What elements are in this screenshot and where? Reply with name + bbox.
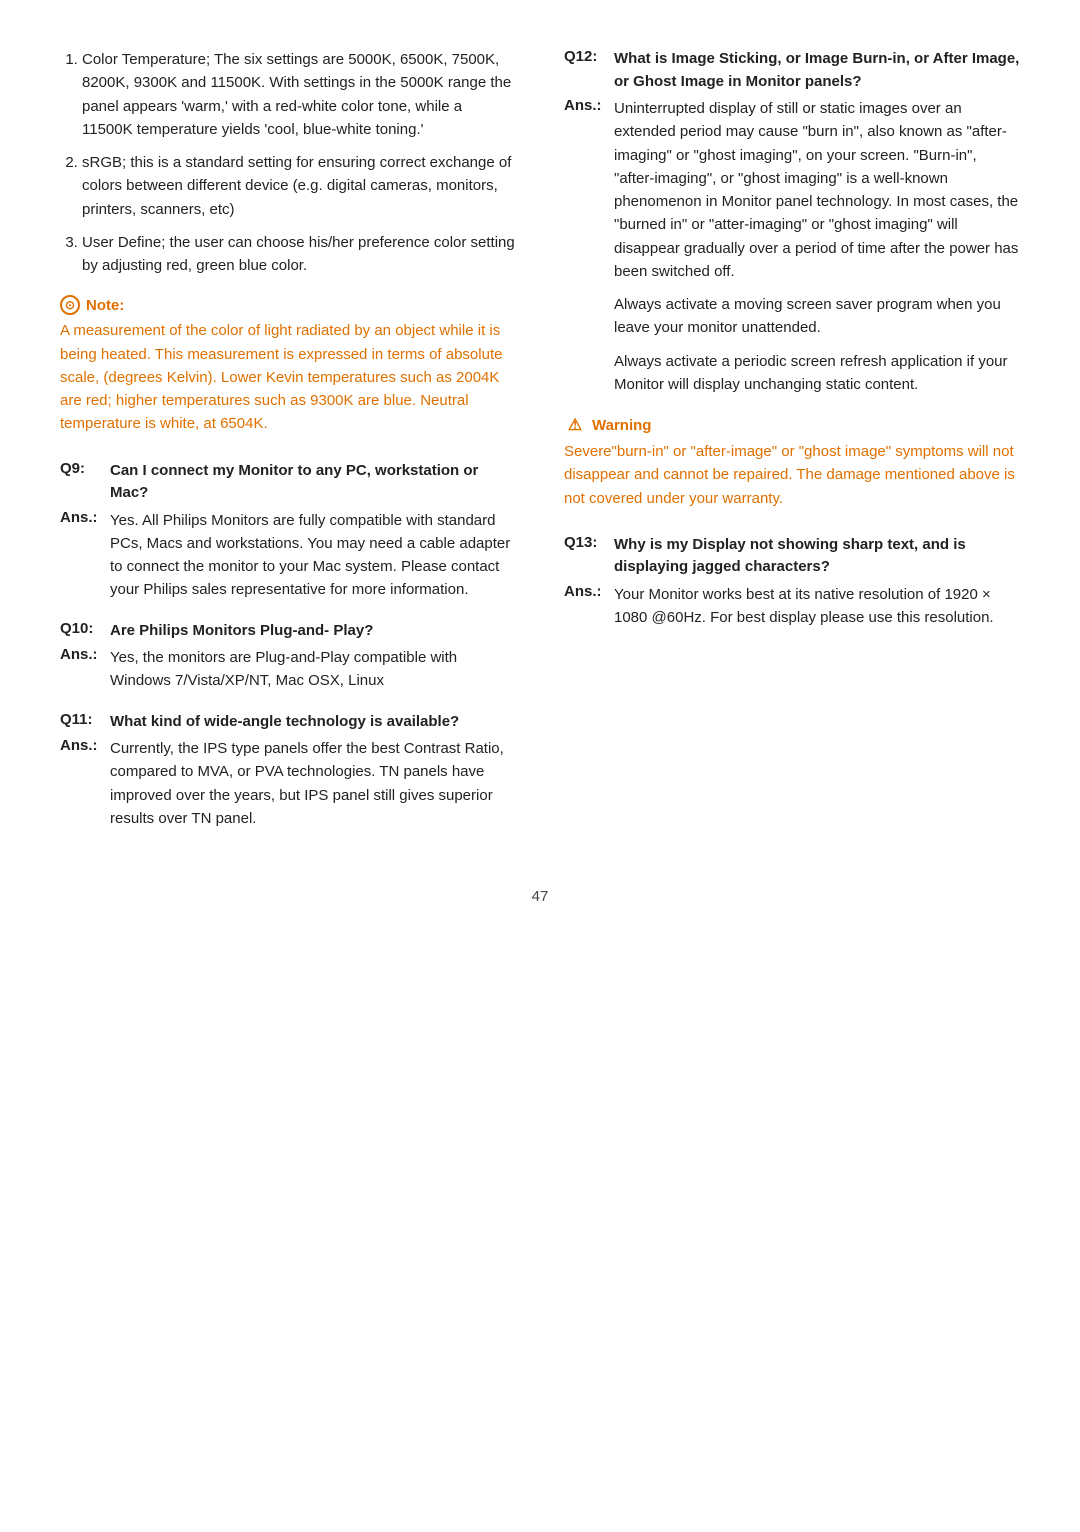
list-item: sRGB; this is a standard setting for ens… <box>82 151 516 221</box>
a12-para1: Uninterrupted display of still or static… <box>614 97 1020 283</box>
question-q13: Q13: Why is my Display not showing sharp… <box>564 534 1020 579</box>
page-number: 47 <box>60 888 1020 905</box>
a9-label: Ans.: <box>60 509 98 602</box>
qa-block-q12: Q12: What is Image Sticking, or Image Bu… <box>564 48 1020 396</box>
note-icon: ⊙ <box>60 295 80 315</box>
q11-text: What kind of wide-angle technology is av… <box>110 711 459 734</box>
q13-text: Why is my Display not showing sharp text… <box>614 534 1020 579</box>
q12-text: What is Image Sticking, or Image Burn-in… <box>614 48 1020 93</box>
a12-para3: Always activate a periodic screen refres… <box>614 350 1020 397</box>
left-column: Color Temperature; The six settings are … <box>60 48 516 848</box>
list-item: Color Temperature; The six settings are … <box>82 48 516 141</box>
answer-q13: Ans.: Your Monitor works best at its nat… <box>564 583 1020 630</box>
a11-text: Currently, the IPS type panels offer the… <box>110 737 516 830</box>
question-q9: Q9: Can I connect my Monitor to any PC, … <box>60 460 516 505</box>
q9-label: Q9: <box>60 460 98 505</box>
warning-label: ⚠ Warning <box>564 414 1020 436</box>
warning-box: ⚠ Warning Severe"burn-in" or "after-imag… <box>564 414 1020 510</box>
warning-text: Severe"burn-in" or "after-image" or "gho… <box>564 440 1020 510</box>
answer-q11: Ans.: Currently, the IPS type panels off… <box>60 737 516 830</box>
note-box: ⊙ Note: A measurement of the color of li… <box>60 295 516 435</box>
q11-label: Q11: <box>60 711 98 734</box>
note-text: A measurement of the color of light radi… <box>60 319 516 435</box>
answer-q10: Ans.: Yes, the monitors are Plug-and-Pla… <box>60 646 516 693</box>
q13-label: Q13: <box>564 534 602 579</box>
color-settings-list: Color Temperature; The six settings are … <box>60 48 516 277</box>
qa-block-q11: Q11: What kind of wide-angle technology … <box>60 711 516 831</box>
note-label-text: Note: <box>86 297 124 314</box>
a12-label: Ans.: <box>564 97 602 396</box>
q9-text: Can I connect my Monitor to any PC, work… <box>110 460 516 505</box>
a12-paras: Uninterrupted display of still or static… <box>614 97 1020 396</box>
a9-text: Yes. All Philips Monitors are fully comp… <box>110 509 516 602</box>
a11-label: Ans.: <box>60 737 98 830</box>
warning-icon: ⚠ <box>564 414 586 436</box>
a13-text: Your Monitor works best at its native re… <box>614 583 1020 630</box>
qa-block-q13: Q13: Why is my Display not showing sharp… <box>564 534 1020 630</box>
answer-q9: Ans.: Yes. All Philips Monitors are full… <box>60 509 516 602</box>
q10-text: Are Philips Monitors Plug-and- Play? <box>110 620 373 643</box>
qa-block-q9: Q9: Can I connect my Monitor to any PC, … <box>60 460 516 602</box>
list-item: User Define; the user can choose his/her… <box>82 231 516 278</box>
q10-label: Q10: <box>60 620 98 643</box>
question-q11: Q11: What kind of wide-angle technology … <box>60 711 516 734</box>
a10-label: Ans.: <box>60 646 98 693</box>
main-content: Color Temperature; The six settings are … <box>60 48 1020 848</box>
a12-para2: Always activate a moving screen saver pr… <box>614 293 1020 340</box>
question-q12: Q12: What is Image Sticking, or Image Bu… <box>564 48 1020 93</box>
q12-label: Q12: <box>564 48 602 93</box>
question-q10: Q10: Are Philips Monitors Plug-and- Play… <box>60 620 516 643</box>
note-label: ⊙ Note: <box>60 295 516 315</box>
warning-label-text: Warning <box>592 417 651 434</box>
a10-text: Yes, the monitors are Plug-and-Play comp… <box>110 646 516 693</box>
a13-label: Ans.: <box>564 583 602 630</box>
right-column: Q12: What is Image Sticking, or Image Bu… <box>564 48 1020 848</box>
answer-q12: Ans.: Uninterrupted display of still or … <box>564 97 1020 396</box>
qa-block-q10: Q10: Are Philips Monitors Plug-and- Play… <box>60 620 516 693</box>
